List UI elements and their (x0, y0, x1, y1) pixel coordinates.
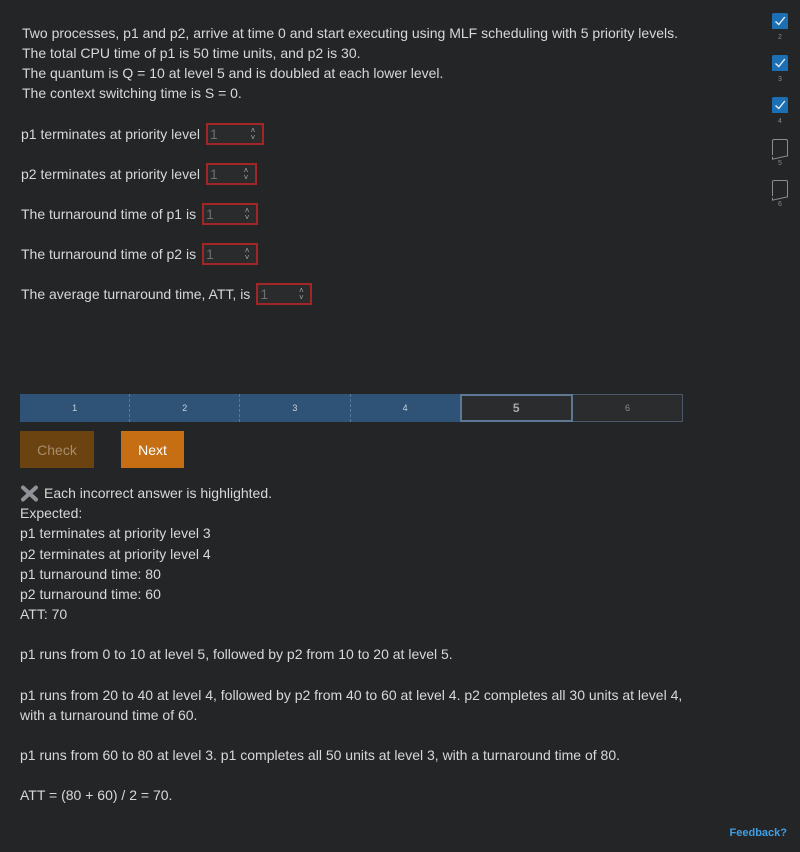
progress-segment-3[interactable]: 3 (240, 394, 351, 422)
question-label: The turnaround time of p2 is (21, 246, 197, 262)
question-label: p1 terminates at priority level (21, 126, 200, 142)
side-nav-item-5[interactable]: 5 (771, 139, 789, 167)
p2-level-input-box: ˄˅ (205, 163, 257, 185)
explanation: p1 runs from 20 to 40 at level 4, follow… (20, 686, 683, 723)
progress-segment-4[interactable]: 4 (350, 394, 460, 422)
att-input-box: ˄˅ (256, 283, 313, 305)
progress-segment-2[interactable]: 2 (130, 394, 241, 422)
activity-page: Two processes, p1 and p2, arrive at time… (0, 0, 800, 852)
progress-segment-1[interactable]: 1 (20, 394, 131, 422)
side-nav-number: 6 (778, 201, 782, 208)
spinner-arrows-icon[interactable]: ˄ ˅ (296, 286, 306, 302)
expected-answer: p1 terminates at priority level 3 (20, 525, 211, 542)
side-nav-item-6[interactable]: 6 (771, 180, 789, 208)
expected-answer: p2 terminates at priority level 4 (20, 545, 211, 562)
p1-turnaround-input-box: ˄˅ (202, 203, 259, 225)
p1-level-input-box: ˄˅ (205, 123, 264, 145)
side-nav-item-3[interactable]: 3 (771, 55, 789, 83)
side-nav-number: 3 (778, 76, 782, 83)
question-p2-level: p2 terminates at priority level ˄˅ (21, 161, 257, 187)
explanation: p1 runs from 0 to 10 at level 5, followe… (20, 646, 453, 663)
empty-box-icon (772, 180, 788, 196)
problem-statement: Two processes, p1 and p2, arrive at time… (22, 23, 702, 103)
next-button[interactable]: Next (121, 431, 184, 468)
checkmark-icon (772, 55, 788, 71)
question-p1-level: p1 terminates at priority level ˄˅ (21, 121, 264, 147)
progress-segment-5[interactable]: 5 (459, 394, 573, 422)
empty-box-icon (772, 139, 788, 155)
question-label: The turnaround time of p1 is (21, 206, 197, 222)
p2-turnaround-input-box: ˄˅ (202, 243, 259, 265)
explanation: p1 runs from 60 to 80 at level 3. p1 com… (20, 747, 621, 764)
spinner-arrows-icon[interactable]: ˄ ˅ (242, 246, 252, 262)
question-att: The average turnaround time, ATT, is ˄˅ (21, 281, 313, 307)
question-label: p2 terminates at priority level (21, 166, 200, 182)
progress-segment-6[interactable]: 6 (572, 394, 684, 422)
expected-answer: p1 turnaround time: 80 (20, 565, 161, 582)
feedback-panel: Each incorrect answer is highlighted. Ex… (20, 483, 690, 805)
expected-answer: ATT: 70 (20, 606, 68, 623)
feedback-status: Each incorrect answer is highlighted. (20, 483, 690, 503)
spinner-arrows-icon[interactable]: ˄ ˅ (242, 206, 252, 222)
question-p2-turnaround: The turnaround time of p2 is ˄˅ (21, 241, 259, 267)
checkmark-icon (772, 97, 788, 113)
level-progress-bar: 1 2 3 4 5 6 (20, 394, 684, 422)
side-nav-number: 2 (778, 34, 782, 41)
side-nav-item-2[interactable]: 2 (771, 13, 789, 41)
problem-line: The quantum is Q = 10 at level 5 and is … (22, 65, 444, 81)
problem-line: The total CPU time of p1 is 50 time unit… (22, 45, 361, 61)
feedback-link[interactable]: Feedback? (730, 827, 787, 839)
expected-heading: Expected: (20, 505, 83, 522)
expected-answer: p2 turnaround time: 60 (20, 586, 161, 603)
explanation: ATT = (80 + 60) / 2 = 70. (20, 787, 173, 804)
side-nav-item-4[interactable]: 4 (771, 97, 789, 125)
side-nav-number: 4 (778, 118, 782, 125)
problem-line: Two processes, p1 and p2, arrive at time… (22, 25, 678, 41)
feedback-status-text: Each incorrect answer is highlighted. (44, 485, 273, 501)
checkmark-icon (772, 13, 788, 29)
spinner-arrows-icon[interactable]: ˄ ˅ (241, 166, 251, 182)
question-p1-turnaround: The turnaround time of p1 is ˄˅ (21, 201, 259, 227)
question-label: The average turnaround time, ATT, is (21, 286, 251, 302)
x-mark-icon (20, 485, 39, 502)
problem-line: The context switching time is S = 0. (22, 85, 242, 101)
spinner-arrows-icon[interactable]: ˄ ˅ (248, 126, 258, 142)
side-nav-number: 5 (778, 160, 782, 167)
check-button[interactable]: Check (20, 431, 94, 468)
